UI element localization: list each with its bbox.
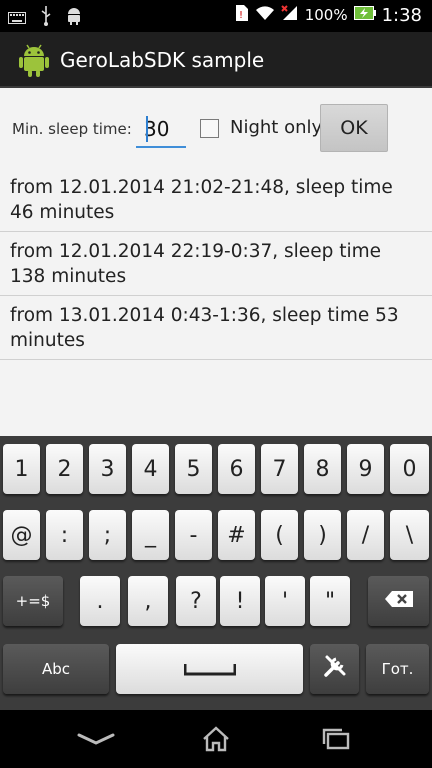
filter-row: Min. sleep time: Night only OK xyxy=(0,88,432,168)
status-right: ! 100% 1:38 xyxy=(235,4,422,26)
min-sleep-label: Min. sleep time: xyxy=(12,120,132,138)
status-bar: ! 100% 1:38 xyxy=(0,0,432,32)
key-close-paren[interactable]: ) xyxy=(304,510,341,560)
key-slash[interactable]: / xyxy=(347,510,384,560)
key-semicolon[interactable]: ; xyxy=(89,510,126,560)
key-0[interactable]: 0 xyxy=(390,444,429,494)
key-1[interactable]: 1 xyxy=(3,444,40,494)
key-6[interactable]: 6 xyxy=(218,444,255,494)
list-item[interactable]: from 12.01.2014 22:19-0:37, sleep time 1… xyxy=(0,232,432,296)
usb-icon xyxy=(40,6,52,30)
sleep-list: from 12.01.2014 21:02-21:48, sleep time … xyxy=(0,168,432,360)
action-bar: GeroLabSDK sample xyxy=(0,32,432,88)
shift-symbols-key[interactable]: +=$ xyxy=(3,576,63,626)
key-9[interactable]: 9 xyxy=(347,444,384,494)
backspace-icon xyxy=(384,589,414,614)
android-debug-icon xyxy=(66,7,82,29)
abc-key[interactable]: Abc xyxy=(3,644,109,694)
key-at[interactable]: @ xyxy=(3,510,40,560)
key-4[interactable]: 4 xyxy=(132,444,169,494)
key-question[interactable]: ? xyxy=(176,576,216,626)
text-cursor xyxy=(146,116,148,142)
clock-time: 1:38 xyxy=(381,4,422,26)
battery-percent: 100% xyxy=(304,6,348,24)
space-key[interactable] xyxy=(116,644,303,694)
key-8[interactable]: 8 xyxy=(304,444,341,494)
ok-button[interactable]: OK xyxy=(320,104,388,152)
settings-tools-icon xyxy=(322,653,348,685)
key-exclamation[interactable]: ! xyxy=(220,576,260,626)
app-title: GeroLabSDK sample xyxy=(60,48,265,72)
list-item[interactable]: from 12.01.2014 21:02-21:48, sleep time … xyxy=(0,168,432,232)
key-underscore[interactable]: _ xyxy=(132,510,169,560)
svg-text:!: ! xyxy=(239,10,243,21)
space-icon xyxy=(183,657,236,682)
keyboard-icon xyxy=(8,9,26,28)
wifi-icon xyxy=(255,5,275,25)
android-logo-icon xyxy=(16,42,52,78)
night-only-label[interactable]: Night only xyxy=(230,117,322,138)
status-left-icons xyxy=(8,6,82,30)
key-2[interactable]: 2 xyxy=(46,444,83,494)
key-5[interactable]: 5 xyxy=(175,444,212,494)
key-hash[interactable]: # xyxy=(218,510,255,560)
recent-apps-icon[interactable] xyxy=(316,722,356,756)
key-quote[interactable]: " xyxy=(310,576,350,626)
soft-keyboard: 1 2 3 4 5 6 7 8 9 0 @ : ; _ - # ( ) / \ … xyxy=(0,436,432,710)
min-sleep-input[interactable] xyxy=(136,112,186,148)
sim-warning-icon: ! xyxy=(235,4,249,26)
key-comma[interactable]: , xyxy=(128,576,168,626)
key-apostrophe[interactable]: ' xyxy=(265,576,305,626)
done-key[interactable]: Гот. xyxy=(366,644,429,694)
key-open-paren[interactable]: ( xyxy=(261,510,298,560)
key-colon[interactable]: : xyxy=(46,510,83,560)
back-icon[interactable] xyxy=(76,722,116,756)
key-3[interactable]: 3 xyxy=(89,444,126,494)
key-7[interactable]: 7 xyxy=(261,444,298,494)
home-icon[interactable] xyxy=(196,722,236,756)
key-backslash[interactable]: \ xyxy=(390,510,429,560)
key-period[interactable]: . xyxy=(80,576,120,626)
backspace-key[interactable] xyxy=(368,576,429,626)
settings-key[interactable] xyxy=(310,644,359,694)
list-item[interactable]: from 13.01.2014 0:43-1:36, sleep time 53… xyxy=(0,296,432,360)
night-only-checkbox[interactable] xyxy=(200,119,219,138)
navigation-bar xyxy=(0,710,432,768)
battery-charging-icon xyxy=(353,6,376,24)
key-minus[interactable]: - xyxy=(175,510,212,560)
main-content: Min. sleep time: Night only OK from 12.0… xyxy=(0,88,432,436)
signal-icon xyxy=(280,5,299,25)
